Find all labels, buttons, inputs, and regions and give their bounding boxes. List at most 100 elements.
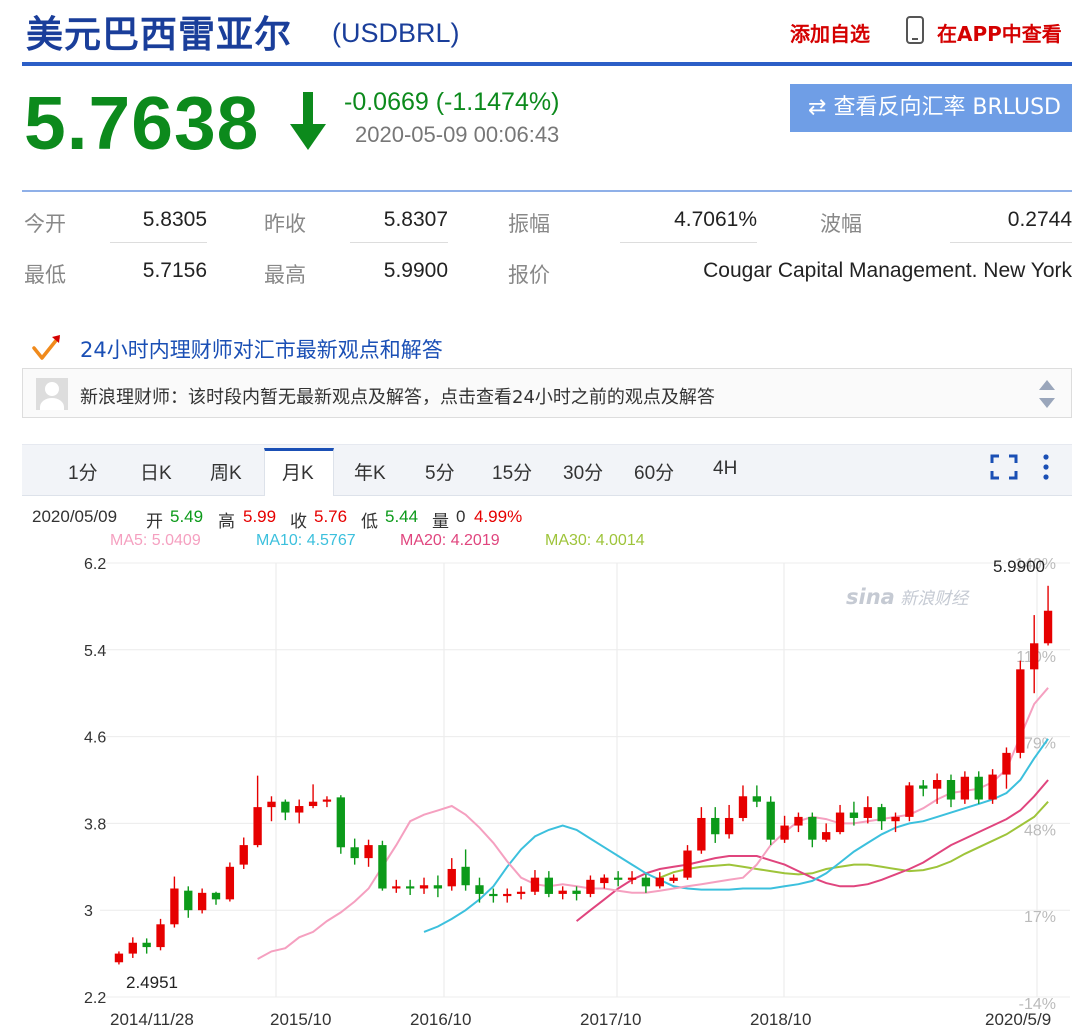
candle-body xyxy=(572,890,581,894)
quote-timestamp: 2020-05-09 00:06:43 xyxy=(355,122,560,147)
max-label: 5.9900 xyxy=(993,557,1045,576)
tab-60min[interactable]: 60分 xyxy=(634,458,674,485)
page-title: 美元巴西雷亚尔 xyxy=(26,13,292,56)
tab-15min[interactable]: 15分 xyxy=(492,458,532,485)
candle-body xyxy=(891,816,900,822)
kline-close-label: 收 xyxy=(290,512,307,531)
ma10-line xyxy=(423,738,1049,933)
candle-body xyxy=(378,845,387,889)
candle-body xyxy=(849,812,859,818)
candle-body xyxy=(308,801,318,807)
stat-prev-close-label: 昨收 xyxy=(264,213,306,236)
kline-chart[interactable]: 6.25.44.63.832.2140%110%79%48%17%-14%201… xyxy=(0,548,1080,1032)
candle-body xyxy=(822,832,831,840)
candle-body xyxy=(974,776,983,800)
symbol-code: (USDBRL) xyxy=(332,18,460,48)
advisor-title[interactable]: 24小时内理财师对汇市最新观点和解答 xyxy=(80,334,443,364)
stat-quoter-label: 报价 xyxy=(508,264,550,287)
candle-body xyxy=(419,885,429,889)
tab-month-k[interactable]: 月K xyxy=(282,458,314,485)
tab-day-k[interactable]: 日K xyxy=(140,458,172,485)
sina-watermark: sina 新浪财经 xyxy=(846,584,968,609)
candle-body xyxy=(197,892,207,911)
kline-volume: 0 xyxy=(456,507,466,526)
candle-body xyxy=(614,877,623,880)
stat-prev-close-value: 5.8307 xyxy=(383,208,448,231)
stat-quoter-value: Cougar Capital Management. New York xyxy=(703,259,1072,282)
advisor-message[interactable]: 新浪理财师：该时段内暂无最新观点及解答，点击查看24小时之前的观点及解答 xyxy=(80,383,715,409)
candle-body xyxy=(281,801,290,813)
candle-body xyxy=(392,886,401,889)
tab-year-k[interactable]: 年K xyxy=(354,458,386,485)
candle-body xyxy=(211,892,221,900)
trend-check-icon xyxy=(32,335,60,360)
more-vertical-icon[interactable] xyxy=(1040,454,1052,480)
tab-week-k[interactable]: 周K xyxy=(210,458,242,485)
candle-body xyxy=(711,817,720,835)
candle-body xyxy=(364,845,373,859)
candle-body xyxy=(184,890,193,911)
candle-body xyxy=(1043,610,1053,644)
stat-amplitude-label: 振幅 xyxy=(508,213,550,236)
tab-4h[interactable]: 4H xyxy=(713,458,737,480)
stat-high-label: 最高 xyxy=(264,264,306,287)
add-favorite-button[interactable]: 添加自选 xyxy=(790,18,870,47)
stat-low-label: 最低 xyxy=(24,264,66,287)
kline-date: 2020/05/09 xyxy=(32,507,118,526)
candle-body xyxy=(766,801,775,840)
kline-close: 5.76 xyxy=(314,507,348,526)
candle-body xyxy=(932,780,942,789)
header: 美元巴西雷亚尔 (USDBRL) 添加自选 在APP中查看 xyxy=(0,0,1080,62)
chart-tab-bar xyxy=(22,444,1072,496)
candle-body xyxy=(738,796,748,818)
tab-1min[interactable]: 1分 xyxy=(68,458,98,485)
stat-amplitude-value: 4.7061% xyxy=(674,208,757,231)
stat-volatility-value: 0.2744 xyxy=(1007,208,1072,231)
y-tick-label: 5.4 xyxy=(84,643,106,660)
row-underline xyxy=(350,242,448,243)
swap-icon: ⇄ xyxy=(808,95,827,120)
stat-volatility-label: 波幅 xyxy=(820,213,862,236)
candle-body xyxy=(433,885,443,889)
candle-body xyxy=(960,776,970,800)
candle-body xyxy=(253,807,262,846)
candle-body xyxy=(683,850,692,878)
stat-open-value: 5.8305 xyxy=(142,208,207,231)
tab-5min[interactable]: 5分 xyxy=(425,458,455,485)
row-underline xyxy=(620,242,757,243)
app-view-link[interactable]: 在APP中查看 xyxy=(937,18,1062,47)
candle-body xyxy=(239,845,248,865)
candle-body xyxy=(475,885,484,894)
kline-high: 5.99 xyxy=(243,507,277,526)
candle-body xyxy=(752,796,762,802)
candle-body xyxy=(544,877,553,894)
candle-body xyxy=(170,888,179,925)
kline-high-label: 高 xyxy=(218,512,235,531)
x-tick-label: 2015/10 xyxy=(270,1010,331,1029)
candle-body xyxy=(405,886,415,889)
x-tick-label: 2020/5/9 xyxy=(985,1010,1051,1029)
fullscreen-icon[interactable] xyxy=(990,454,1018,480)
kline-pct: 4.99% xyxy=(474,507,523,526)
candle-body xyxy=(919,785,928,789)
candle-body xyxy=(905,785,914,817)
sina-logo: sina xyxy=(846,585,895,609)
price-change: -0.0669 (-1.1474%) xyxy=(344,88,560,116)
pct-tick-label: 48% xyxy=(1024,822,1056,839)
candle-body xyxy=(267,801,276,808)
reverse-rate-button[interactable]: ⇄ 查看反向汇率 BRLUSD xyxy=(790,84,1072,132)
candle-body xyxy=(988,774,997,800)
candle-body xyxy=(780,825,789,840)
candle-body xyxy=(641,877,651,887)
candle-body xyxy=(114,953,124,963)
scroll-updown-icon[interactable] xyxy=(1038,378,1056,410)
candle-body xyxy=(1016,669,1025,753)
candle-body xyxy=(336,797,345,848)
current-price: 5.7638 xyxy=(24,81,260,165)
tab-30min[interactable]: 30分 xyxy=(563,458,603,485)
kline-open-label: 开 xyxy=(146,512,163,531)
candle-body xyxy=(946,780,956,800)
candle-body xyxy=(142,942,151,948)
candle-body xyxy=(724,817,734,835)
stat-open-label: 今开 xyxy=(24,213,66,236)
